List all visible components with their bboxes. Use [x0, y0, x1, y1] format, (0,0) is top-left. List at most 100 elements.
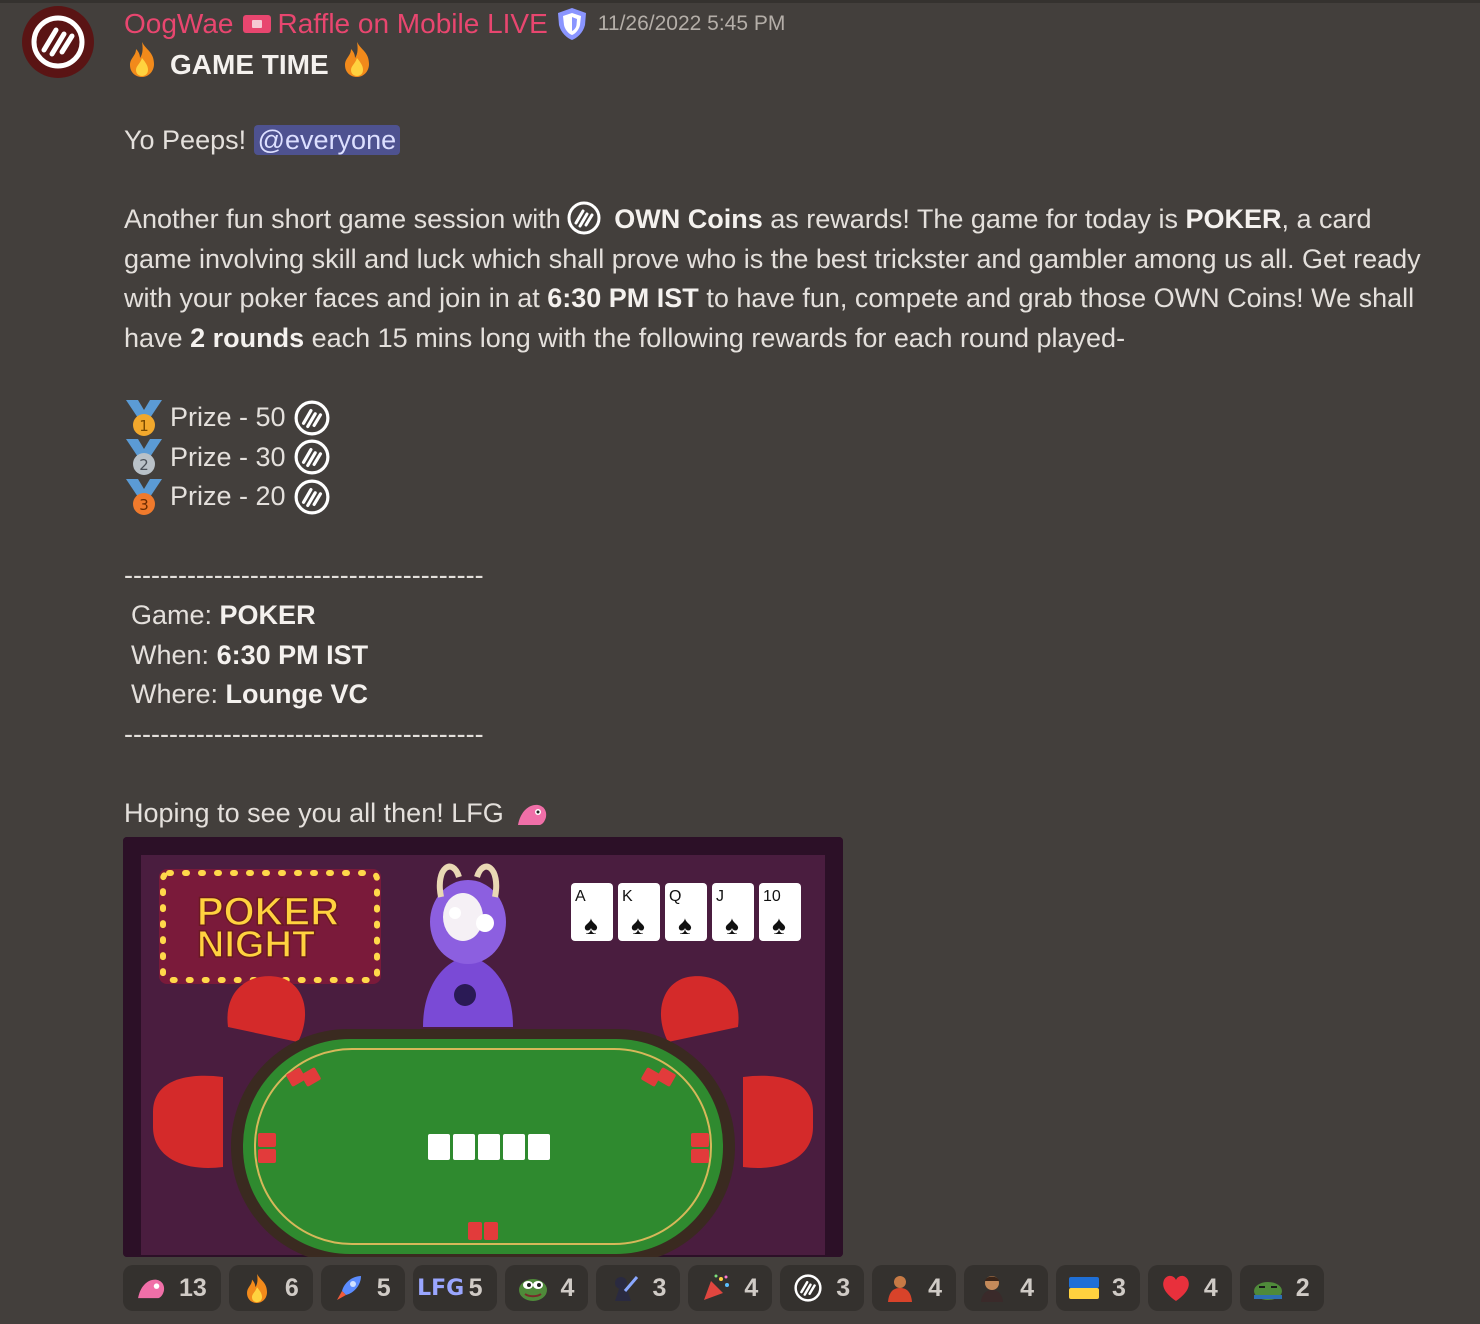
party-popper-icon — [700, 1272, 732, 1304]
pink-blob-icon — [517, 804, 546, 825]
lfg-icon: LFG — [417, 1275, 465, 1301]
fire-icon — [124, 40, 160, 89]
info-label: Where: — [131, 679, 219, 709]
reaction-rocket[interactable]: 5 — [320, 1265, 405, 1311]
divider-bottom: ---------------------------------------- — [124, 719, 484, 749]
heart-icon — [1160, 1272, 1192, 1304]
greeting-text: Yo Peeps! — [124, 125, 247, 155]
rounds-text: 2 rounds — [190, 322, 305, 353]
reaction-count: 4 — [1020, 1273, 1034, 1302]
own-coin-icon — [567, 201, 601, 235]
info-label: Game: — [131, 600, 213, 630]
man-face-icon — [976, 1272, 1008, 1304]
own-coin-icon — [792, 1272, 824, 1304]
svg-text:1: 1 — [139, 417, 149, 435]
reaction-ninja[interactable]: 3 — [596, 1265, 681, 1311]
closing-text: Hoping to see you all then! LFG — [124, 798, 504, 828]
top-divider — [0, 0, 1480, 3]
ticket-icon — [243, 15, 272, 33]
reaction-pepe-sleep[interactable]: 2 — [1239, 1265, 1324, 1311]
reaction-man-face[interactable]: 4 — [964, 1265, 1048, 1311]
info-when: When: 6:30 PM IST — [131, 636, 368, 676]
para-text: Another fun short game session with — [124, 204, 561, 234]
reaction-count: 3 — [1111, 1273, 1126, 1302]
svg-text:♠: ♠ — [631, 910, 645, 940]
pepe-sleep-icon — [1252, 1272, 1284, 1304]
info-label: When: — [131, 639, 210, 670]
title-text: GAME TIME — [170, 48, 329, 80]
info-value: Lounge VC — [225, 679, 369, 709]
royal-flush-cards: A♠ K♠ Q♠ J♠ 10♠ — [571, 883, 801, 941]
reaction-count: 4 — [928, 1273, 943, 1302]
para-text: as rewards! The game for today is — [770, 204, 1178, 234]
divider-top: ---------------------------------------- — [124, 560, 484, 590]
reaction-count: 13 — [179, 1273, 207, 1302]
closing-line: Hoping to see you all then! LFG — [124, 794, 548, 834]
shield-icon — [556, 7, 588, 41]
reaction-lfg[interactable]: LFG 5 — [412, 1265, 497, 1311]
fire-icon — [241, 1272, 273, 1304]
reaction-count: 3 — [836, 1273, 851, 1302]
time-text: 6:30 PM IST — [547, 283, 699, 313]
ukraine-flag-icon — [1068, 1272, 1100, 1304]
card-rank: A — [575, 888, 586, 905]
reaction-count: 4 — [1203, 1273, 1218, 1302]
info-value: 6:30 PM IST — [216, 639, 369, 670]
info-value: POKER — [219, 600, 316, 630]
reaction-count: 2 — [1295, 1273, 1310, 1302]
message-title: GAME TIME — [124, 40, 375, 89]
username[interactable]: OogWae — [124, 8, 233, 40]
card-rank: Q — [669, 888, 681, 905]
coins-text: OWN Coins — [614, 204, 763, 234]
prize-label: Prize - 50 — [170, 402, 286, 432]
prize-list: 1 Prize - 50 2 Prize - 30 3 Prize - 20 — [124, 398, 330, 517]
reaction-heart[interactable]: 4 — [1147, 1265, 1232, 1311]
role-name[interactable]: Raffle on Mobile LIVE — [277, 8, 547, 40]
card-rank: K — [622, 888, 633, 905]
reactions-bar: 13 6 5 LFG 5 4 3 4 3 4 4 3 4 2 — [123, 1265, 1324, 1311]
own-logo-icon — [25, 9, 91, 75]
prize-label: Prize - 20 — [170, 481, 286, 511]
reaction-count: 4 — [560, 1273, 575, 1302]
own-coin-icon — [294, 400, 330, 436]
third-place-medal-icon: 3 — [126, 478, 162, 515]
reaction-fire[interactable]: 6 — [228, 1265, 313, 1311]
reaction-ukraine-flag[interactable]: 3 — [1055, 1265, 1140, 1311]
own-coin-icon — [294, 479, 330, 515]
reaction-count: 6 — [284, 1273, 299, 1302]
poker-night-image[interactable]: POKER NIGHT A ♠ K ♠ Q ♠ J ♠ 10 ♠ — [123, 837, 843, 1257]
reaction-count: 5 — [468, 1273, 483, 1302]
second-place-medal-icon: 2 — [126, 439, 162, 476]
pepe-icon — [517, 1272, 549, 1304]
prize-label: Prize - 30 — [170, 441, 286, 472]
fire-icon — [339, 40, 375, 89]
para-text: each 15 mins long with the following rew… — [311, 322, 1126, 353]
reaction-own-coin[interactable]: 3 — [780, 1265, 865, 1311]
reaction-monk[interactable]: 4 — [872, 1265, 957, 1311]
reaction-pink-blob[interactable]: 13 — [123, 1265, 221, 1311]
own-coin-icon — [294, 439, 330, 475]
svg-text:♠: ♠ — [772, 910, 786, 940]
everyone-mention[interactable]: @everyone — [253, 125, 401, 155]
first-place-medal-icon: 1 — [126, 399, 162, 436]
rocket-icon — [333, 1272, 365, 1304]
avatar[interactable] — [22, 6, 94, 78]
description-paragraph: Another fun short game session with OWN … — [124, 200, 1424, 358]
prize-row: 2 Prize - 30 — [124, 438, 330, 478]
monk-icon — [884, 1272, 916, 1304]
reaction-pepe[interactable]: 4 — [504, 1265, 589, 1311]
card-rank: J — [716, 888, 724, 905]
pink-blob-icon — [135, 1272, 167, 1304]
ninja-icon — [608, 1272, 640, 1304]
svg-text:2: 2 — [139, 456, 149, 474]
reaction-count: 4 — [744, 1273, 759, 1302]
prize-row: 3 Prize - 20 — [124, 477, 330, 517]
svg-text:♠: ♠ — [725, 910, 739, 940]
info-where: Where: Lounge VC — [131, 675, 368, 715]
info-game: Game: POKER — [131, 596, 368, 636]
prize-row: 1 Prize - 50 — [124, 398, 330, 438]
reaction-party-popper[interactable]: 4 — [688, 1265, 773, 1311]
svg-text:3: 3 — [139, 496, 149, 514]
timestamp: 11/26/2022 5:45 PM — [597, 12, 786, 35]
game-info: Game: POKER When: 6:30 PM IST Where: Lou… — [124, 596, 368, 715]
